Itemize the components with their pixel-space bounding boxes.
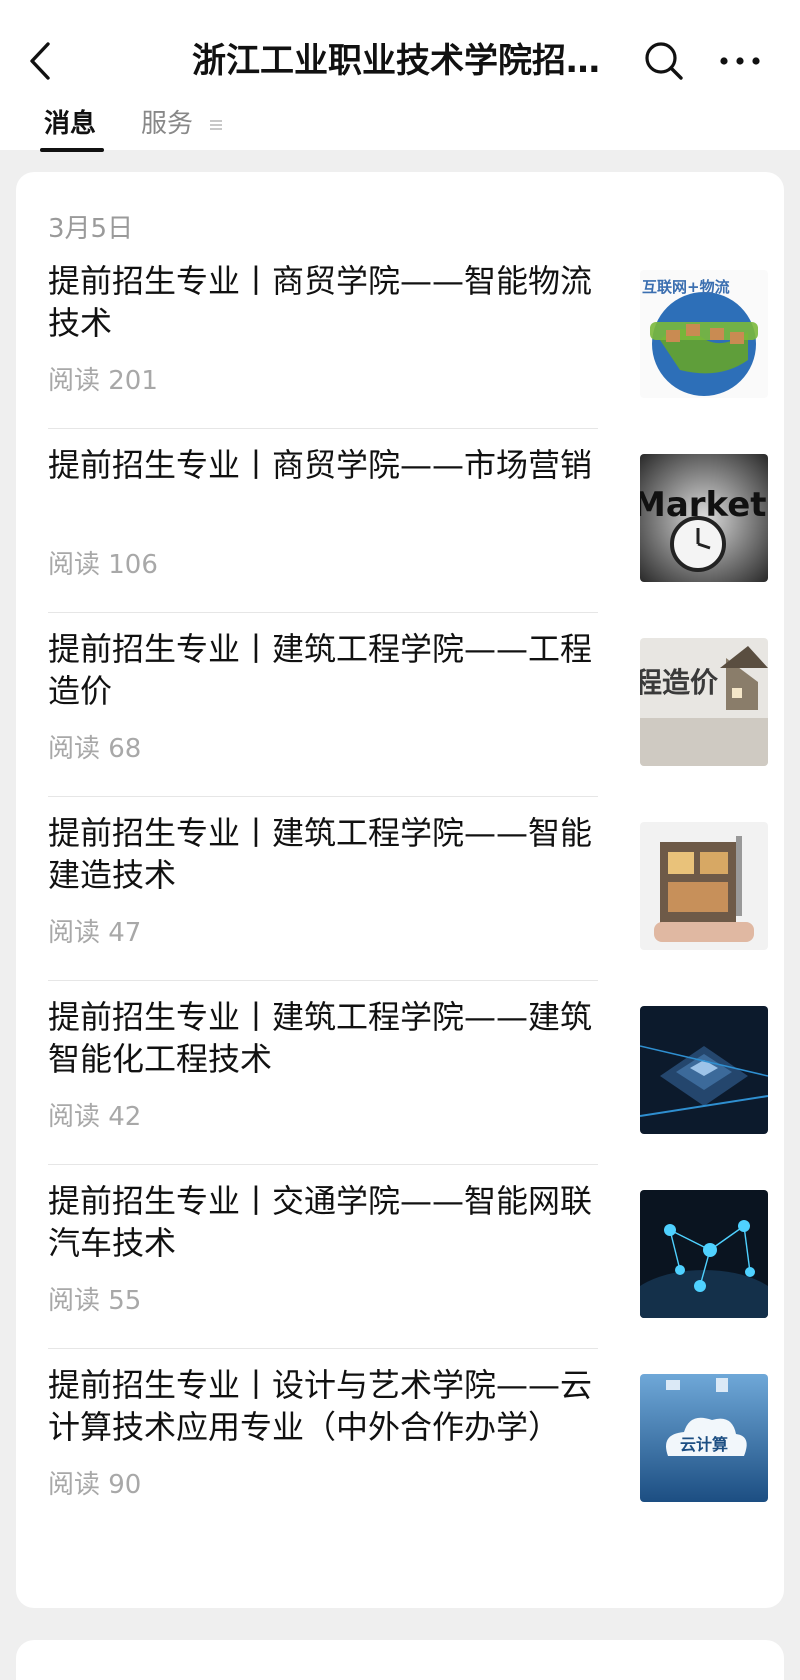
article-thumbnail: 互联网+物流 — [640, 270, 768, 398]
article-title: 提前招生专业丨商贸学院——市场营销 — [48, 446, 593, 484]
article-title: 提前招生专业丨建筑工程学院——建筑智能化工程技术 — [48, 998, 593, 1078]
divider — [48, 612, 598, 613]
article-read-count: 阅读 68 — [48, 734, 142, 764]
article-read-count: 阅读 55 — [48, 1286, 142, 1316]
divider — [48, 980, 598, 981]
tab-services-label: 服务 — [141, 109, 194, 139]
search-button[interactable] — [642, 39, 686, 83]
next-card-edge — [16, 1640, 784, 1680]
article-item[interactable]: 提前招生专业丨建筑工程学院——智能建造技术 阅读 47 — [48, 812, 768, 1008]
tab-messages-label: 消息 — [44, 109, 97, 139]
article-thumbnail — [640, 822, 768, 950]
thumbnail-caption: 程造价 — [640, 666, 719, 699]
article-title: 提前招生专业丨交通学院——智能网联汽车技术 — [48, 1182, 593, 1262]
menu-icon — [210, 119, 223, 130]
article-title: 提前招生专业丨建筑工程学院——智能建造技术 — [48, 814, 593, 894]
article-read-count: 阅读 201 — [48, 366, 158, 396]
article-item[interactable]: 提前招生专业丨商贸学院——市场营销 阅读 106 Marketing — [48, 444, 768, 640]
article-thumbnail: 云计算 — [640, 1374, 768, 1502]
divider — [48, 1348, 598, 1349]
message-date: 3月5日 — [48, 214, 134, 244]
article-read-count: 阅读 42 — [48, 1102, 142, 1132]
article-item[interactable]: 提前招生专业丨建筑工程学院——建筑智能化工程技术 阅读 42 — [48, 996, 768, 1192]
article-title: 提前招生专业丨设计与艺术学院——云计算技术应用专业（中外合作办学） — [48, 1366, 593, 1446]
article-thumbnail: Marketing — [640, 454, 768, 582]
article-read-count: 阅读 90 — [48, 1470, 142, 1500]
article-item[interactable]: 提前招生专业丨建筑工程学院——工程造价 阅读 68 程造价 — [48, 628, 768, 824]
back-button[interactable] — [22, 38, 62, 84]
active-tab-indicator — [40, 148, 104, 152]
article-thumbnail — [640, 1190, 768, 1318]
more-icon — [720, 57, 760, 65]
article-title: 提前招生专业丨建筑工程学院——工程造价 — [48, 630, 593, 710]
article-item[interactable]: 提前招生专业丨设计与艺术学院——云计算技术应用专业（中外合作办学） 阅读 90 … — [48, 1364, 768, 1560]
article-item[interactable]: 提前招生专业丨交通学院——智能网联汽车技术 阅读 55 — [48, 1180, 768, 1376]
divider — [48, 428, 598, 429]
search-icon — [645, 42, 683, 80]
message-card: 3月5日 提前招生专业丨商贸学院——智能物流技术 阅读 201 互联网+物流 提… — [16, 172, 784, 1608]
chevron-left-icon — [30, 42, 50, 80]
thumbnail-caption: 互联网+物流 — [642, 278, 730, 296]
article-read-count: 阅读 106 — [48, 550, 158, 580]
article-read-count: 阅读 47 — [48, 918, 142, 948]
article-item[interactable]: 提前招生专业丨商贸学院——智能物流技术 阅读 201 互联网+物流 — [48, 260, 768, 456]
article-title: 提前招生专业丨商贸学院——智能物流技术 — [48, 262, 593, 342]
top-bar: 浙江工业职业技术学院招… 消息 服务 — [0, 0, 800, 152]
divider — [48, 796, 598, 797]
page-title: 浙江工业职业技术学院招… — [192, 41, 600, 81]
article-thumbnail: 程造价 — [640, 638, 768, 766]
thumbnail-caption: 云计算 — [680, 1435, 728, 1454]
tab-messages[interactable]: 消息 — [40, 106, 104, 152]
article-thumbnail — [640, 1006, 768, 1134]
tab-services[interactable]: 服务 — [141, 106, 223, 142]
divider — [48, 1164, 598, 1165]
more-button[interactable] — [716, 46, 764, 76]
